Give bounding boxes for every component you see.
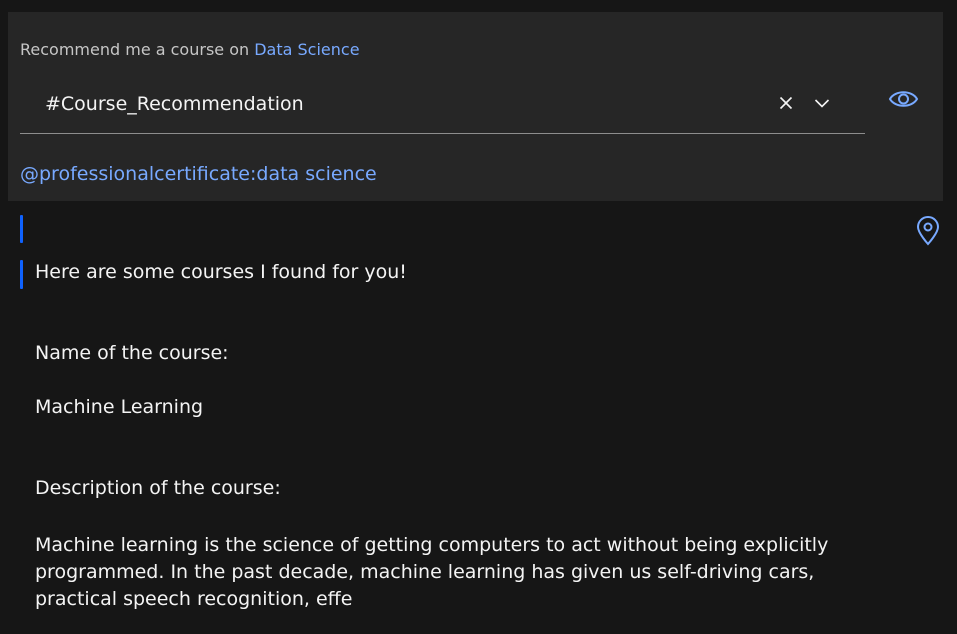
eye-icon[interactable] (888, 85, 919, 113)
course-name-value: Machine Learning (35, 396, 204, 418)
course-description-label: Description of the course: (35, 477, 281, 499)
intent-dropdown[interactable]: #Course_Recommendation (20, 88, 865, 134)
course-name-label: Name of the course: (35, 342, 229, 364)
mention-tag[interactable]: @professionalcertificate:data science (20, 163, 377, 185)
response-intro: Here are some courses I found for you! (35, 261, 407, 283)
chevron-down-icon[interactable] (813, 94, 831, 112)
prompt-prefix: Recommend me a course on (20, 40, 255, 59)
message-accent-bar (20, 260, 23, 289)
message-accent-bar (20, 215, 23, 243)
topic-link[interactable]: Data Science (254, 40, 359, 59)
close-icon[interactable] (777, 94, 795, 112)
dropdown-selected-value: #Course_Recommendation (45, 93, 304, 115)
prompt-text: Recommend me a course on Data Science (20, 40, 360, 59)
location-pin-icon[interactable] (915, 216, 941, 246)
course-description-value: Machine learning is the science of getti… (35, 534, 829, 610)
query-panel: Recommend me a course on Data Science #C… (8, 12, 943, 201)
